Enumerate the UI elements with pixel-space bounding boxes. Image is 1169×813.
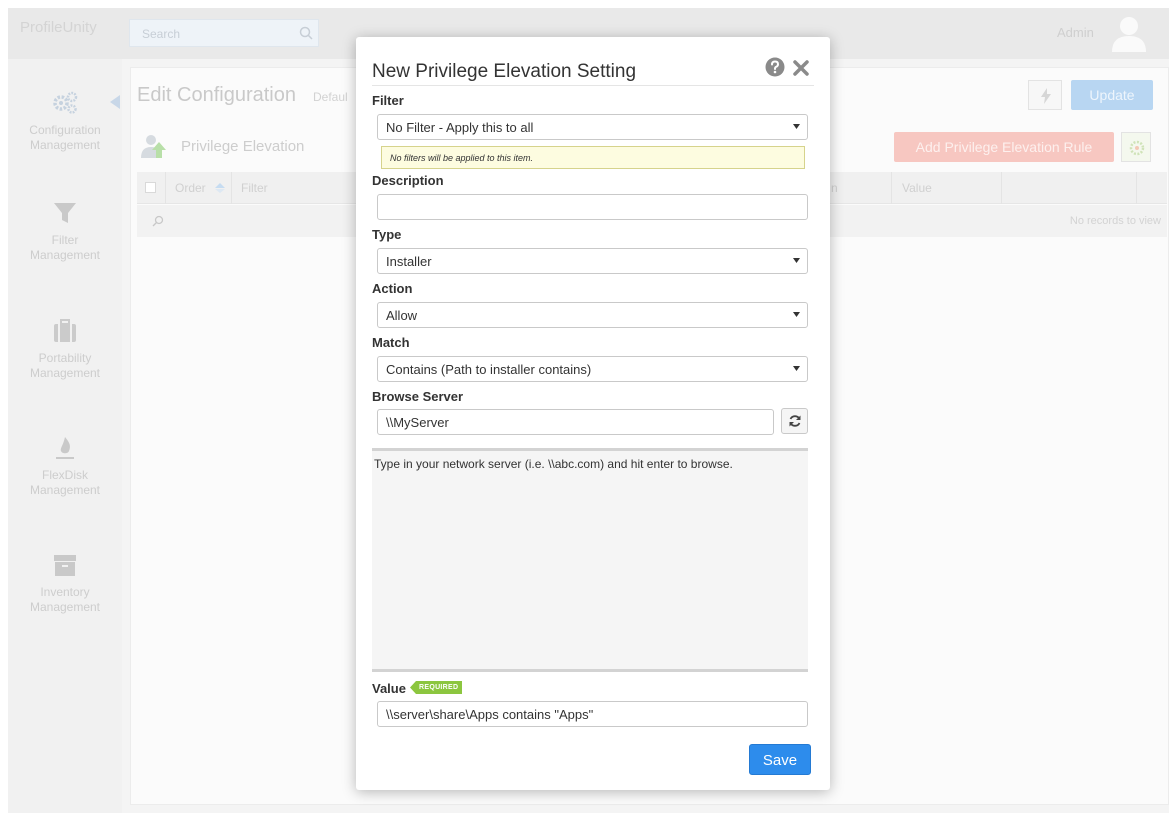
search-icon[interactable] [298, 25, 314, 41]
dialog-title: New Privilege Elevation Setting [372, 61, 637, 82]
refresh-icon [789, 415, 801, 427]
required-badge: REQUIRED [410, 681, 463, 694]
column-divider [891, 172, 892, 204]
type-label: Type [372, 227, 402, 242]
update-button[interactable]: Update [1071, 80, 1153, 110]
column-divider [165, 172, 166, 204]
privilege-elevation-dialog: New Privilege Elevation Setting Filter N… [356, 37, 830, 790]
archive-icon [54, 555, 76, 576]
chevron-down-icon [793, 258, 800, 263]
browse-results-panel[interactable]: Type in your network server (i.e. \\abc.… [372, 448, 808, 672]
flame-icon [56, 437, 74, 459]
description-input[interactable] [377, 194, 808, 220]
close-icon[interactable] [792, 59, 810, 77]
column-divider [1136, 172, 1137, 204]
value-input-value: \\server\share\Apps contains "Apps" [386, 707, 594, 722]
match-select[interactable]: Contains (Path to installer contains) [377, 356, 808, 382]
empty-grid-message: No records to view [1069, 215, 1161, 227]
browse-help-text: Type in your network server (i.e. \\abc.… [374, 457, 733, 471]
value-label: Value [372, 681, 406, 696]
gears-icon [53, 91, 78, 114]
browse-server-input-value: \\MyServer [386, 415, 449, 430]
match-label: Match [372, 335, 410, 350]
description-label: Description [372, 173, 444, 188]
sidebar-item-label: Configuration [29, 123, 101, 137]
briefcase-icon [54, 319, 76, 342]
page-subtitle: Defaul [313, 90, 348, 104]
help-icon[interactable] [765, 57, 785, 77]
column-header-value[interactable]: Value [902, 181, 932, 195]
sidebar-item-inventory-management[interactable]: Inventory Management [8, 551, 122, 615]
funnel-icon [54, 203, 76, 223]
chevron-down-icon [793, 124, 800, 129]
flash-button[interactable] [1028, 80, 1062, 110]
column-header-order[interactable]: Order [175, 181, 206, 195]
action-select-value: Allow [386, 308, 418, 323]
global-search-input[interactable]: Search [129, 19, 319, 47]
browse-server-input[interactable]: \\MyServer [377, 409, 774, 435]
section-title: Privilege Elevation [181, 138, 305, 155]
page-title: Edit Configuration [137, 84, 296, 106]
grid-search-icon[interactable] [151, 214, 165, 228]
select-all-checkbox[interactable] [145, 182, 156, 193]
filter-select-value: No Filter - Apply this to all [386, 120, 534, 135]
sidebar: Configuration Management Filter Manageme… [8, 59, 122, 813]
column-header-filter[interactable]: Filter [241, 181, 268, 195]
action-label: Action [372, 281, 413, 296]
sidebar-item-portability-management[interactable]: Portability Management [8, 317, 122, 381]
user-avatar-icon[interactable] [1109, 12, 1149, 52]
brand-logo[interactable]: ProfileUnity [20, 19, 97, 36]
column-divider [231, 172, 232, 204]
sidebar-item-filter-management[interactable]: Filter Management [8, 199, 122, 263]
sidebar-item-label: Management [29, 600, 101, 614]
filter-hint: No filters will be applied to this item. [381, 146, 805, 169]
column-divider [1001, 172, 1002, 204]
dialog-title-divider [372, 85, 814, 86]
action-select[interactable]: Allow [377, 302, 808, 328]
filter-select[interactable]: No Filter - Apply this to all [377, 114, 808, 140]
type-select[interactable]: Installer [377, 248, 808, 274]
type-select-value: Installer [386, 254, 432, 269]
sidebar-item-label: Management [29, 138, 101, 152]
privilege-elevation-icon [141, 135, 166, 158]
sidebar-item-label: FlexDisk [41, 468, 88, 482]
search-placeholder: Search [142, 27, 181, 41]
sidebar-item-flexdisk-management[interactable]: FlexDisk Management [8, 434, 122, 498]
sidebar-item-label: Management [29, 366, 101, 380]
sidebar-item-label: Portability [38, 351, 92, 365]
sidebar-item-label: Management [29, 483, 101, 497]
options-icon [1129, 140, 1145, 156]
add-privilege-elevation-rule-button[interactable]: Add Privilege Elevation Rule [894, 132, 1114, 162]
sidebar-item-label: Filter [51, 233, 79, 247]
options-button[interactable] [1121, 132, 1151, 162]
filter-label: Filter [372, 93, 404, 108]
save-button[interactable]: Save [749, 744, 811, 775]
chevron-down-icon [793, 366, 800, 371]
browse-server-label: Browse Server [372, 389, 464, 404]
column-header-partial[interactable]: n [831, 181, 838, 195]
user-name[interactable]: Admin [1057, 25, 1094, 40]
sidebar-item-label: Management [29, 248, 101, 262]
refresh-button[interactable] [781, 408, 808, 434]
sidebar-item-label: Inventory [40, 585, 90, 599]
lightning-icon [1041, 88, 1051, 104]
sort-asc-icon[interactable] [215, 183, 225, 193]
match-select-value: Contains (Path to installer contains) [386, 362, 592, 377]
value-input[interactable]: \\server\share\Apps contains "Apps" [377, 701, 808, 727]
chevron-down-icon [793, 312, 800, 317]
sidebar-item-configuration-management[interactable]: Configuration Management [8, 89, 122, 153]
